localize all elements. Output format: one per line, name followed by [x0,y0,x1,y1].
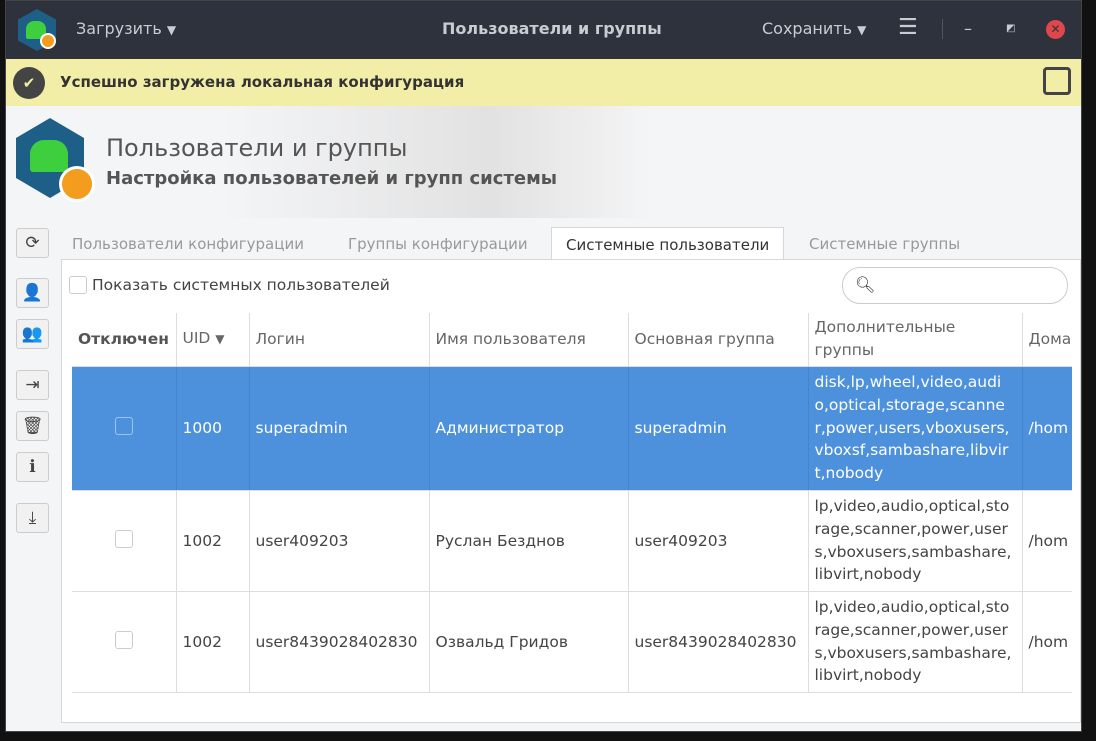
refresh-button[interactable]: ⟳ [16,228,49,258]
tab-config-users[interactable]: Пользователи конфигурации [58,227,318,259]
chevron-down-icon: ▼ [857,23,867,37]
extra-groups-cell: lp,video,audio,optical,storage,scanner,p… [808,591,1023,693]
add-user-button[interactable]: 👤 [16,278,49,308]
notification-text: Успешно загружена локальная конфигурация [60,73,465,91]
checkbox[interactable] [69,276,87,294]
delete-button[interactable]: 🗑 [16,411,49,441]
page-subtitle: Настройка пользователей и групп системы [106,168,558,189]
uid-label: UID [182,329,211,348]
extra-groups-cell: lp,video,audio,optical,storage,scanner,p… [808,490,1023,592]
home-cell: /hom [1022,366,1072,491]
notification-bar: ✔ Успешно загружена локальная конфигурац… [6,59,1081,106]
load-menu-button[interactable]: Загрузить ▼ [76,19,176,38]
search-field[interactable] [879,274,1059,290]
column-header-extra-groups[interactable]: Дополнительные группы [808,313,1023,367]
close-button[interactable]: ✕ [1046,20,1065,39]
check-circle-icon: ✔ [13,67,45,99]
hamburger-menu-icon[interactable]: ☰ [898,15,918,40]
save-label: Сохранить [762,19,852,38]
login-button[interactable]: ⇥ [16,370,49,400]
column-header-name[interactable]: Имя пользователя [429,313,629,367]
name-cell: Руслан Безднов [429,490,629,592]
app-logo-gear-icon [40,33,56,49]
page-title: Пользователи и группы [106,134,408,162]
add-group-button[interactable]: 👥 [16,319,49,349]
uid-cell: 1002 [176,591,250,693]
login-cell: user8439028402830 [249,591,430,693]
disabled-checkbox[interactable] [114,417,133,435]
primary-group-cell: superadmin [628,366,809,491]
disabled-checkbox[interactable] [114,630,133,649]
table-row[interactable]: 1000 superadmin Администратор superadmin… [72,366,1072,491]
system-users-panel: Показать системных пользователей 🔍︎ Откл… [61,259,1081,723]
maximize-button[interactable]: ◩ [1006,23,1015,34]
column-header-primary-group[interactable]: Основная группа [628,313,809,367]
users-table: Отключен UID ▼ Логин Имя пользователя Ос… [72,313,1072,693]
titlebar: Загрузить ▼ Пользователи и группы Сохран… [6,1,1081,59]
info-button[interactable]: ℹ [16,452,49,482]
tab-config-groups[interactable]: Группы конфигурации [334,227,542,259]
primary-group-cell: user409203 [628,490,809,592]
column-header-uid[interactable]: UID ▼ [176,313,250,367]
uid-cell: 1000 [176,366,250,491]
download-button[interactable]: ⤓ [16,503,49,533]
app-window: Загрузить ▼ Пользователи и группы Сохран… [5,0,1082,732]
tab-system-groups[interactable]: Системные группы [795,227,974,259]
column-header-disabled[interactable]: Отключен [72,313,177,367]
login-cell: user409203 [249,490,430,592]
home-cell: /hom [1022,490,1072,592]
column-header-home[interactable]: Домашний каталог [1022,313,1072,367]
search-icon: 🔍︎ [855,275,876,294]
extra-groups-cell: disk,lp,wheel,video,audio,optical,storag… [808,366,1023,491]
table-row[interactable]: 1002 user8439028402830 Озвальд Гридов us… [72,591,1072,693]
divider [942,19,943,39]
page-header: Пользователи и группы Настройка пользова… [6,106,1081,218]
name-cell: Администратор [429,366,629,491]
load-label: Загрузить [76,19,162,38]
name-cell: Озвальд Гридов [429,591,629,693]
disabled-checkbox[interactable] [114,529,133,548]
home-cell: /hom [1022,591,1072,693]
tab-system-users[interactable]: Системные пользователи [551,227,785,259]
save-user-config-icon[interactable] [1043,67,1071,95]
show-system-users-label: Показать системных пользователей [92,276,390,294]
chevron-down-icon: ▼ [166,23,177,37]
gear-badge-icon [59,166,95,202]
search-input[interactable]: 🔍︎ [842,267,1068,304]
column-header-login[interactable]: Логин [249,313,430,367]
primary-group-cell: user8439028402830 [628,591,809,693]
login-cell: superadmin [249,366,430,491]
uid-cell: 1002 [176,490,250,592]
table-row[interactable]: 1002 user409203 Руслан Безднов user40920… [72,490,1072,592]
window-title: Пользователи и группы [442,19,662,38]
save-menu-button[interactable]: Сохранить ▼ [762,19,866,38]
sort-desc-icon: ▼ [215,332,225,347]
show-system-users-checkbox[interactable]: Показать системных пользователей [69,276,390,294]
minimize-button[interactable]: – [964,19,972,38]
